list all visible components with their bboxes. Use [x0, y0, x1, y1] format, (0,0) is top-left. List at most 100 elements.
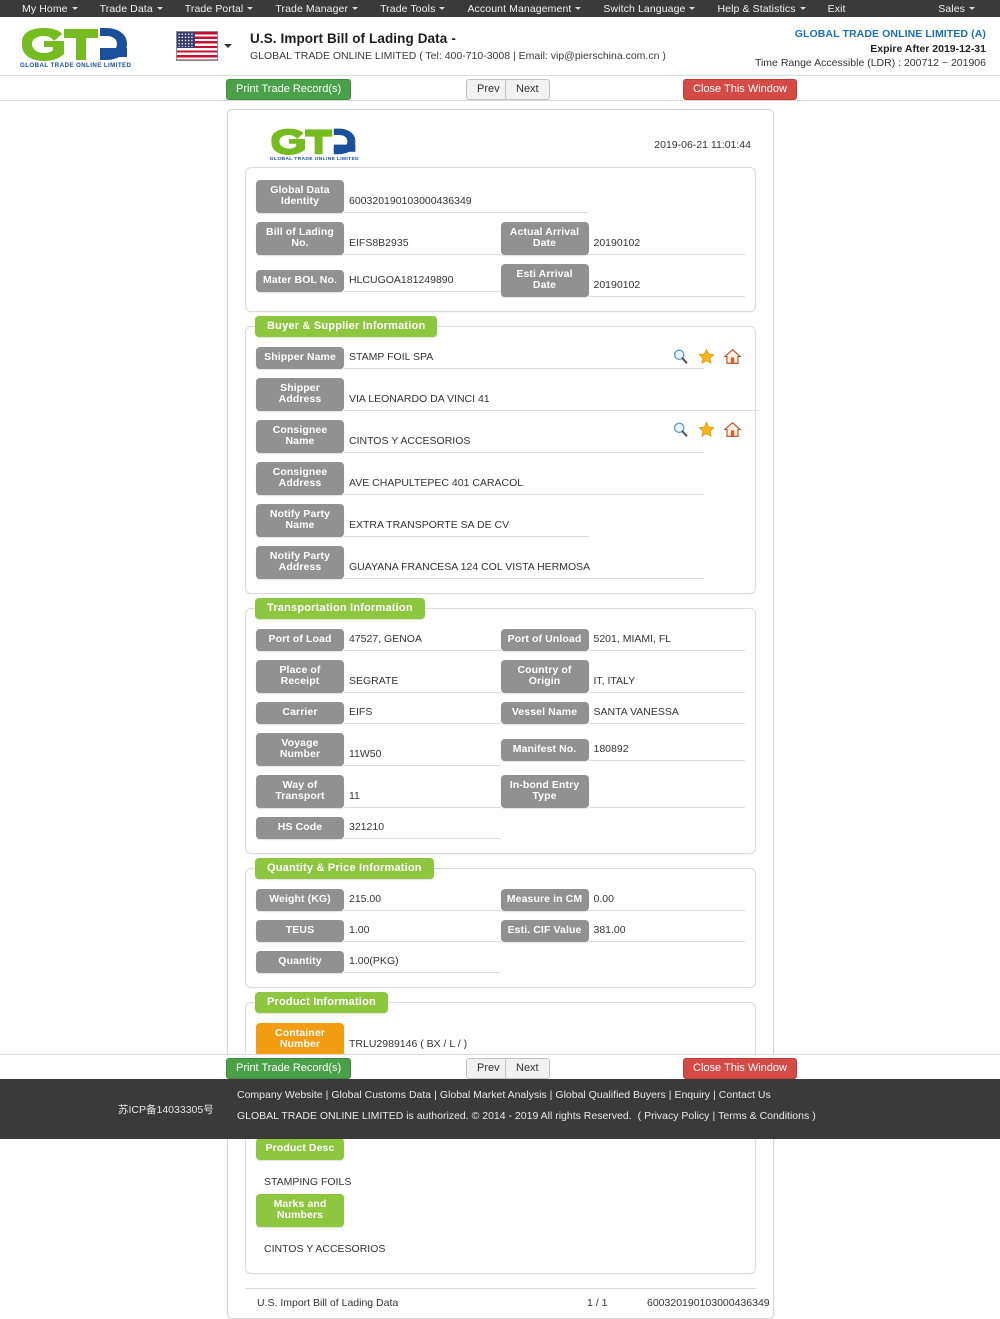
field-value: SEGRATE — [344, 674, 501, 693]
field-value: GUAYANA FRANCESA 124 COL VISTA HERMOSA — [344, 560, 704, 579]
footer-link-global-market-analysis[interactable]: Global Market Analysis — [440, 1089, 547, 1101]
field-label: Actual Arrival Date — [500, 222, 589, 255]
footer-link-company-website[interactable]: Company Website — [237, 1089, 323, 1101]
account-name[interactable]: GLOBAL TRADE ONLINE LIMITED (A) — [755, 27, 986, 42]
field-row: Global Data Identity 6003201901030004363… — [256, 180, 745, 213]
gto-logo[interactable]: GLOBAL TRADE ONLINE LIMITED — [14, 24, 160, 68]
field-label: Place of Receipt — [256, 660, 344, 693]
chevron-down-icon — [352, 7, 359, 11]
icp-license: 苏ICP备14033305号 — [118, 1104, 214, 1116]
product-desc-label: Product Desc — [256, 1138, 344, 1160]
field-container-number: Container Number TRLU2989146 ( BX / L / … — [256, 1023, 745, 1056]
footer-link-privacy-policy[interactable]: Privacy Policy — [644, 1110, 709, 1122]
footer-link-global-customs-data[interactable]: Global Customs Data — [331, 1089, 431, 1101]
print-trade-records-button-bottom[interactable]: Print Trade Record(s) — [226, 1058, 352, 1079]
field-value: 321210 — [344, 820, 501, 839]
identity-panel: Global Data Identity 6003201901030004363… — [245, 167, 756, 312]
field-label: Shipper Address — [256, 378, 344, 411]
page-subtitle: GLOBAL TRADE ONLINE LIMITED ( Tel: 400-7… — [250, 49, 666, 62]
chevron-down-icon — [799, 7, 806, 11]
nav-item-trade-portal[interactable]: Trade Portal — [174, 3, 265, 15]
field-notify-party-name: Notify Party Name EXTRA TRANSPORTE SA DE… — [256, 504, 745, 537]
close-window-button-bottom[interactable]: Close This Window — [683, 1058, 797, 1079]
page-title-block: U.S. Import Bill of Lading Data - GLOBAL … — [250, 31, 666, 62]
account-expiry: Expire After 2019-12-31 — [870, 42, 986, 55]
nav-item-label: Trade Manager — [275, 2, 349, 15]
nav-item-label: Help & Statistics — [717, 2, 796, 15]
next-button-bottom[interactable]: Next — [505, 1058, 550, 1079]
country-selector[interactable] — [176, 31, 232, 61]
field-value: AVE CHAPULTEPEC 401 CARACOL — [344, 476, 704, 495]
field-label: Esti. CIF Value — [500, 920, 589, 942]
close-window-button[interactable]: Close This Window — [683, 79, 797, 100]
field-global-data-identity: Global Data Identity 6003201901030004363… — [256, 180, 745, 213]
home-icon[interactable] — [724, 348, 741, 365]
prev-button-bottom[interactable]: Prev — [466, 1058, 511, 1079]
panel-title-transportation: Transportation Information — [255, 598, 425, 619]
field-value: 0.00 — [588, 892, 745, 911]
field-esti-arrival-date: Esti Arrival Date 20190102 — [500, 264, 745, 297]
star-icon[interactable] — [698, 348, 715, 365]
nav-item-label: Exit — [827, 2, 846, 15]
nav-item-trade-tools[interactable]: Trade Tools — [369, 3, 456, 15]
account-info: GLOBAL TRADE ONLINE LIMITED (A) Expire A… — [755, 27, 986, 71]
nav-item-label: Trade Tools — [380, 2, 436, 15]
svg-text:GLOBAL TRADE ONLINE LIMITED: GLOBAL TRADE ONLINE LIMITED — [270, 156, 359, 161]
search-icon[interactable] — [672, 348, 689, 365]
footer-link-global-qualified-buyers[interactable]: Global Qualified Buyers — [555, 1089, 665, 1101]
prev-button[interactable]: Prev — [466, 79, 511, 100]
chevron-down-icon — [71, 7, 78, 11]
nav-item-sales[interactable]: Sales — [927, 3, 986, 15]
legal-open-paren: ( — [637, 1110, 642, 1122]
field-row: Place of Receipt SEGRATE Country of Orig… — [256, 660, 745, 693]
nav-item-label: Account Management — [467, 2, 572, 15]
nav-item-my-home[interactable]: My Home — [14, 3, 89, 15]
nav-item-trade-data[interactable]: Trade Data — [89, 3, 174, 15]
nav-item-help-statistics[interactable]: Help & Statistics — [706, 3, 816, 15]
field-label: Country of Origin — [500, 660, 589, 693]
field-manifest-no: Manifest No. 180892 — [500, 738, 745, 761]
field-value: 11W50 — [344, 747, 501, 766]
field-hs-code: HS Code 321210 — [256, 817, 501, 839]
marks-and-numbers-label: Marks and Numbers — [256, 1194, 344, 1227]
site-footer: 苏ICP备14033305号 Company Website | Global Cu… — [0, 1079, 1000, 1139]
footer-link-terms-conditions[interactable]: Terms & Conditions — [718, 1110, 809, 1122]
home-icon[interactable] — [724, 421, 741, 438]
copyright-text: GLOBAL TRADE ONLINE LIMITED is authorize… — [237, 1110, 632, 1122]
field-row: Voyage Number 11W50 Manifest No. 180892 — [256, 733, 745, 766]
panel-title-quantity-price: Quantity & Price Information — [255, 858, 434, 879]
field-row: Weight (KG) 215.00 Measure in CM 0.00 — [256, 889, 745, 911]
star-icon[interactable] — [698, 421, 715, 438]
field-weight-kg: Weight (KG) 215.00 — [256, 889, 501, 911]
field-value: EXTRA TRANSPORTE SA DE CV — [344, 518, 589, 537]
buyer-supplier-panel: Buyer & Supplier Information Shipper Nam… — [245, 316, 759, 594]
nav-item-switch-language[interactable]: Switch Language — [592, 3, 706, 15]
field-value: 1.00(PKG) — [344, 954, 501, 973]
footer-link-enquiry[interactable]: Enquiry — [674, 1089, 710, 1101]
field-label[interactable]: Container Number — [256, 1023, 344, 1056]
nav-item-trade-manager[interactable]: Trade Manager — [264, 3, 369, 15]
field-actual-arrival-date: Actual Arrival Date 20190102 — [500, 222, 745, 255]
field-value: EIFS — [344, 705, 501, 724]
field-value: 20190102 — [588, 236, 745, 255]
nav-item-exit[interactable]: Exit — [817, 3, 857, 15]
document-footer-title: U.S. Import Bill of Lading Data — [257, 1297, 399, 1309]
document-header: GLOBAL TRADE ONLINE LIMITED 2019-06-21 1… — [241, 120, 760, 167]
transportation-panel: Transportation Information Port of Load … — [245, 598, 756, 854]
field-row: Notify Party Name EXTRA TRANSPORTE SA DE… — [256, 504, 745, 537]
field-label: Carrier — [256, 702, 344, 724]
print-trade-records-button[interactable]: Print Trade Record(s) — [226, 79, 352, 100]
nav-item-account-management[interactable]: Account Management — [456, 3, 592, 15]
field-value: EIFS8B2935 — [344, 236, 501, 255]
field-label: Consignee Address — [256, 462, 344, 495]
search-icon[interactable] — [672, 421, 689, 438]
document-footer-identity: 600320190103000436349 — [647, 1297, 770, 1309]
nav-item-label: My Home — [22, 2, 68, 15]
product-desc-value: STAMPING FOILS — [264, 1176, 352, 1188]
footer-link-contact-us[interactable]: Contact Us — [719, 1089, 771, 1101]
account-time-range: Time Range Accessible (LDR) : 200712 ~ 2… — [754, 57, 986, 69]
field-label: Port of Unload — [500, 629, 589, 651]
next-button[interactable]: Next — [505, 79, 550, 100]
chevron-down-icon — [439, 7, 446, 11]
field-label: Esti Arrival Date — [500, 264, 589, 297]
